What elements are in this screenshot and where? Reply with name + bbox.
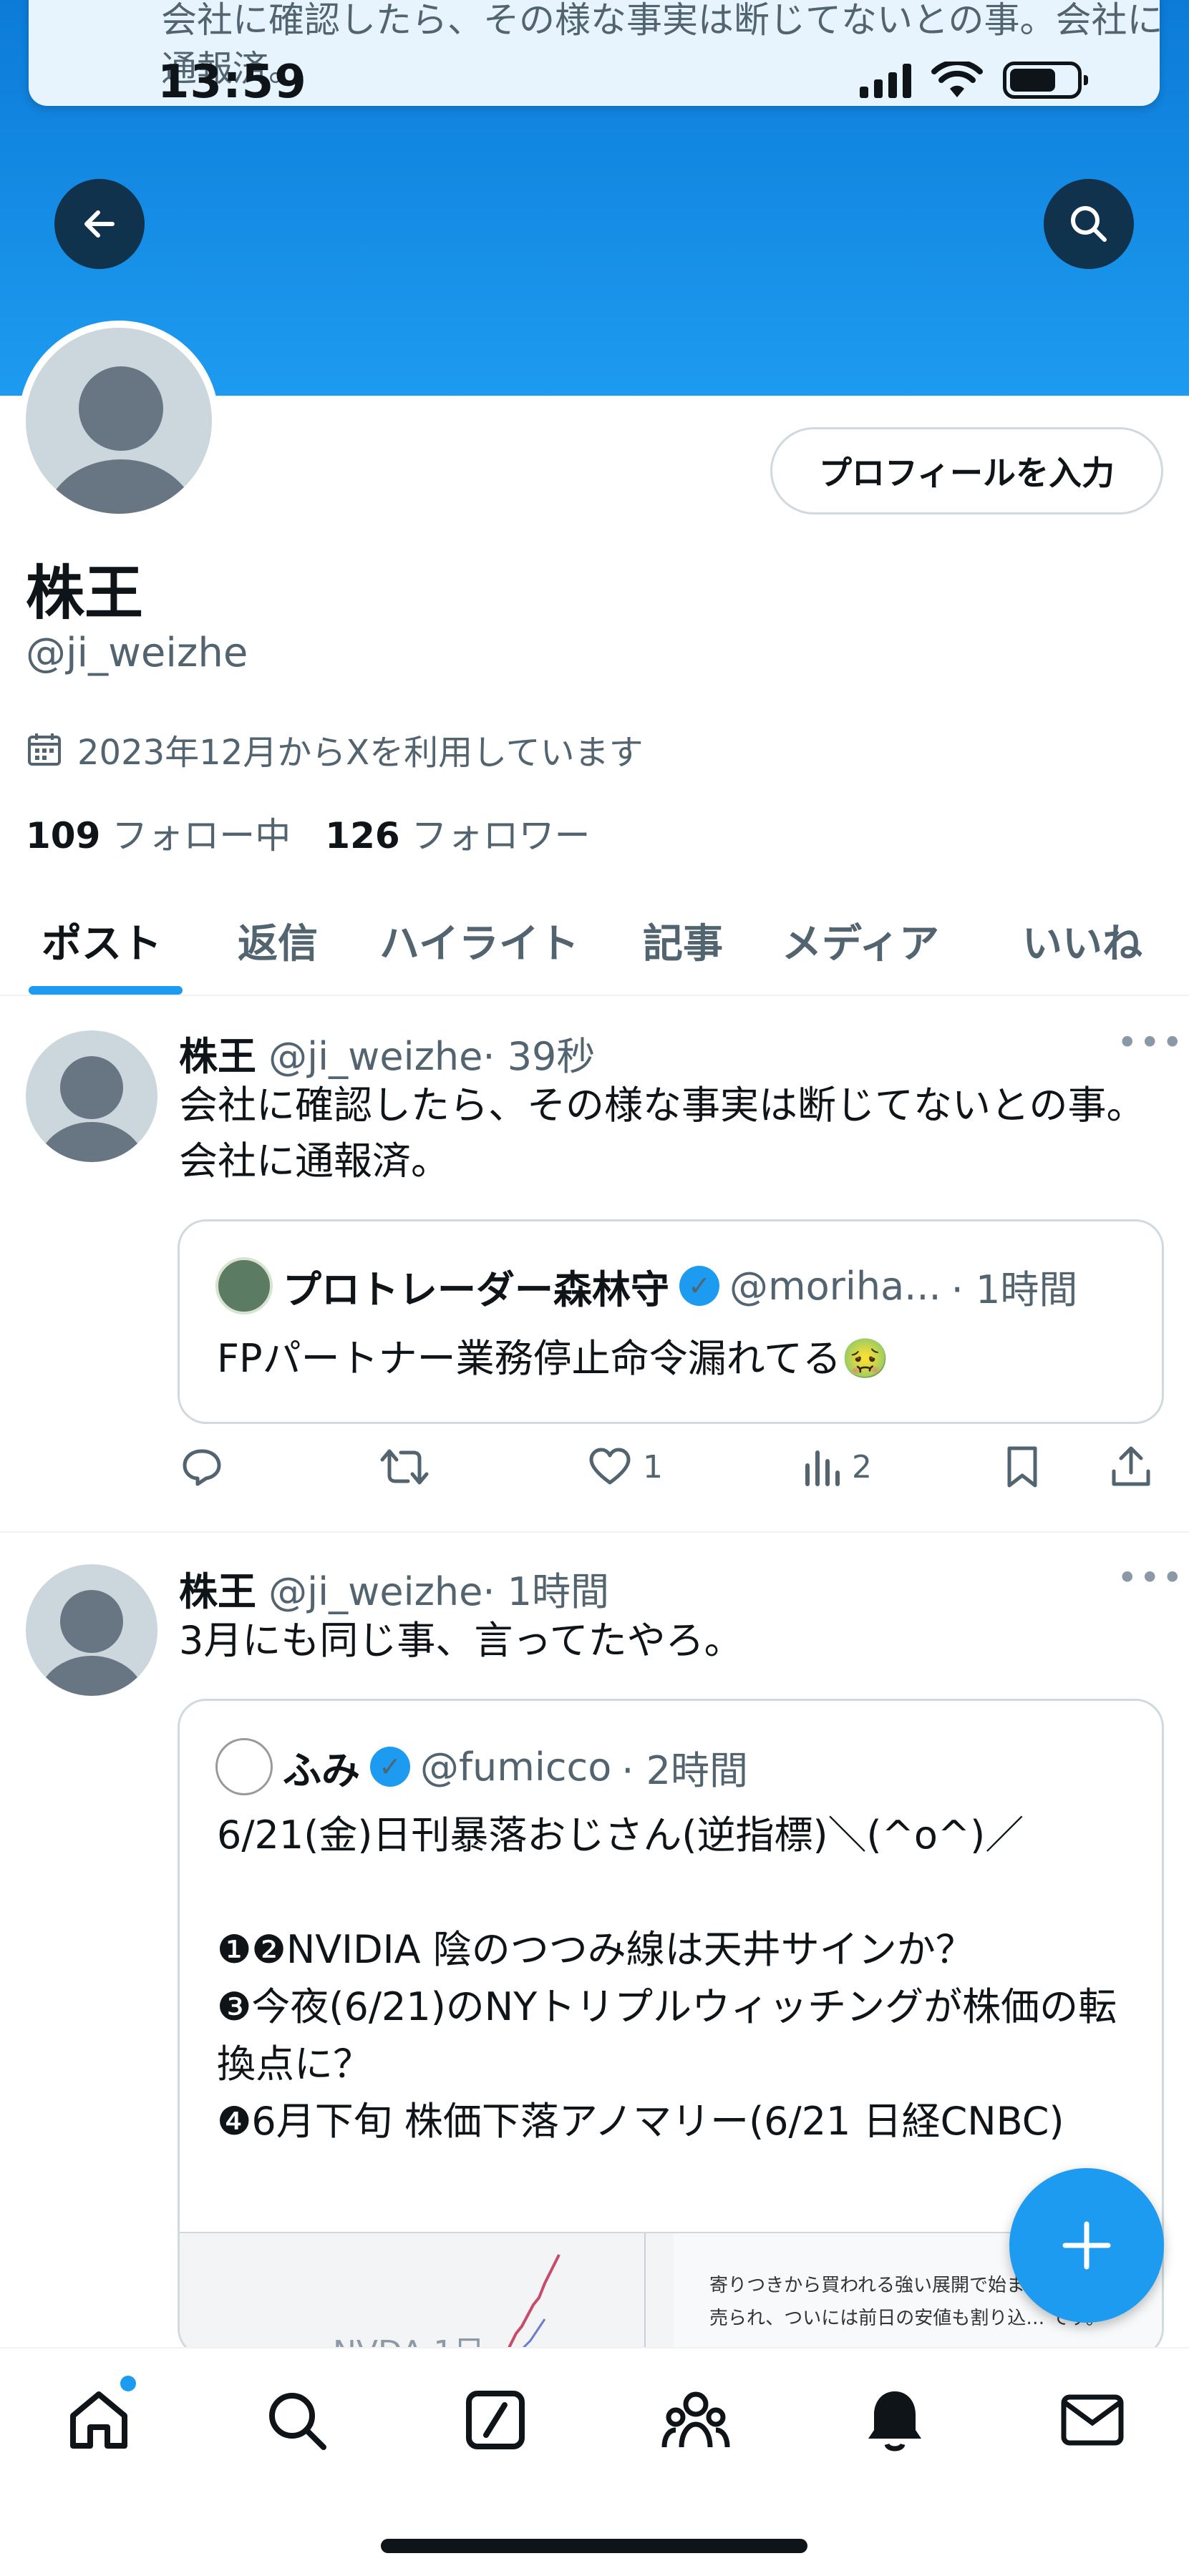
profile-tabs: ポスト 返信 ハイライト 記事 メディア いいね bbox=[0, 887, 1189, 996]
profile-handle: @ji_weizhe bbox=[26, 630, 248, 676]
post-avatar[interactable] bbox=[26, 1030, 157, 1162]
more-options-icon[interactable]: ••• bbox=[1117, 1557, 1184, 1599]
post[interactable]: 株王 @ji_weizhe· 39秒 ••• 会社に確認したら、その様な事実は断… bbox=[0, 996, 1189, 1531]
heart-icon bbox=[589, 1448, 631, 1485]
post-time: · 1時間 bbox=[482, 1569, 610, 1614]
nav-notifications[interactable] bbox=[859, 2384, 931, 2456]
quoted-author: プロトレーダー森林守 bbox=[283, 1267, 669, 1312]
post-actions: 1 2 bbox=[179, 1444, 1152, 1501]
grok-icon bbox=[466, 2391, 525, 2449]
bookmark-icon bbox=[1007, 1446, 1037, 1488]
home-icon bbox=[70, 2391, 127, 2449]
battery-icon bbox=[1003, 62, 1088, 99]
home-indicator bbox=[381, 2539, 807, 2553]
tab-highlights[interactable]: ハイライト bbox=[379, 912, 579, 970]
quoted-post[interactable]: プロトレーダー森林守 ✓ @moriha... · 1時間 FPパートナー業務停止… bbox=[178, 1219, 1164, 1424]
verified-badge-icon: ✓ bbox=[370, 1747, 410, 1787]
quoted-text: FPパートナー業務停止命令漏れてる🤢 bbox=[217, 1336, 890, 1381]
compose-post-button[interactable] bbox=[1009, 2168, 1164, 2323]
repost-button[interactable] bbox=[379, 1444, 430, 1490]
active-tab-indicator bbox=[29, 986, 183, 995]
cellular-signal-icon bbox=[860, 62, 911, 98]
joined-date: 2023年12月からXを利用しています bbox=[26, 724, 644, 774]
bell-icon bbox=[868, 2391, 921, 2451]
quoted-handle: @moriha... bbox=[729, 1263, 941, 1309]
search-icon bbox=[1071, 206, 1107, 242]
post-header: 株王 @ji_weizhe· 39秒 bbox=[179, 1025, 595, 1081]
tab-media[interactable]: メディア bbox=[782, 912, 939, 970]
view-count: 2 bbox=[852, 1448, 872, 1485]
views-button[interactable]: 2 bbox=[802, 1444, 872, 1490]
tab-replies[interactable]: 返信 bbox=[238, 912, 318, 970]
repost-icon bbox=[380, 1449, 429, 1485]
quoted-avatar bbox=[215, 1738, 273, 1795]
quoted-avatar bbox=[215, 1257, 273, 1314]
quoted-time: · 2時間 bbox=[621, 1747, 748, 1793]
following-link[interactable]: 109 フォロー中 bbox=[26, 807, 291, 859]
like-button[interactable]: 1 bbox=[587, 1444, 663, 1490]
nav-home[interactable] bbox=[63, 2384, 135, 2456]
reply-button[interactable] bbox=[179, 1444, 225, 1490]
like-count: 1 bbox=[643, 1448, 663, 1485]
quoted-author: ふみ bbox=[283, 1747, 360, 1793]
joined-text: 2023年12月からXを利用しています bbox=[77, 733, 644, 773]
post-text: 3月にも同じ事、言ってたやろ。 bbox=[179, 1618, 743, 1663]
nav-messages[interactable] bbox=[1057, 2384, 1128, 2456]
analytics-icon bbox=[805, 1450, 840, 1486]
followers-link[interactable]: 126 フォロワー bbox=[325, 807, 590, 859]
post-author[interactable]: 株王 bbox=[179, 1034, 256, 1079]
quoted-text: 6/21(金)日刊暴落おじさん(逆指標)＼(^o^)／ ❶❷NVIDIA 陰のつ… bbox=[217, 1813, 1117, 2144]
share-button[interactable] bbox=[1110, 1444, 1152, 1490]
nav-grok[interactable] bbox=[460, 2384, 531, 2456]
arrow-left-icon bbox=[84, 210, 115, 238]
search-icon bbox=[269, 2393, 326, 2450]
quoted-post-header: ふみ ✓ @fumicco · 2時間 bbox=[215, 1738, 748, 1795]
tab-articles[interactable]: 記事 bbox=[643, 912, 723, 970]
tab-likes[interactable]: いいね bbox=[1022, 912, 1142, 970]
nav-communities[interactable] bbox=[660, 2384, 732, 2456]
nav-search[interactable] bbox=[261, 2384, 332, 2456]
follow-stats: 109 フォロー中 126 フォロワー bbox=[26, 807, 591, 859]
share-icon bbox=[1112, 1446, 1150, 1486]
quoted-post-header: プロトレーダー森林守 ✓ @moriha... · 1時間 bbox=[215, 1257, 1077, 1314]
quoted-time: · 1時間 bbox=[951, 1267, 1078, 1312]
post-text: 会社に確認したら、その様な事実は断じてないとの事。会社に通報済。 bbox=[179, 1083, 1145, 1184]
tab-posts[interactable]: ポスト bbox=[42, 912, 162, 970]
reply-icon bbox=[183, 1449, 221, 1486]
status-time: 13:59 bbox=[157, 56, 307, 109]
plus-icon bbox=[1062, 2221, 1111, 2270]
wifi-icon bbox=[931, 62, 983, 97]
people-icon bbox=[661, 2391, 730, 2448]
mail-icon bbox=[1061, 2394, 1124, 2446]
post-handle[interactable]: @ji_weizhe bbox=[268, 1569, 482, 1614]
post[interactable]: 株王 @ji_weizhe· 1時間 ••• 3月にも同じ事、言ってたやろ。 ふ… bbox=[0, 1533, 1189, 2357]
post-time: · 39秒 bbox=[482, 1034, 596, 1079]
profile-avatar[interactable] bbox=[19, 321, 219, 521]
post-avatar[interactable] bbox=[26, 1564, 157, 1696]
post-author[interactable]: 株王 bbox=[179, 1569, 256, 1614]
search-button[interactable] bbox=[1044, 179, 1134, 269]
bookmark-button[interactable] bbox=[1002, 1444, 1042, 1490]
post-handle[interactable]: @ji_weizhe bbox=[268, 1034, 482, 1079]
back-button[interactable] bbox=[54, 179, 145, 269]
edit-profile-button[interactable]: プロフィールを入力 bbox=[770, 427, 1163, 514]
verified-badge-icon: ✓ bbox=[679, 1266, 719, 1306]
profile-display-name: 株王 bbox=[26, 560, 144, 628]
chart-thumbnail: NVDA 1日 bbox=[180, 2233, 674, 2355]
notification-dot bbox=[120, 2376, 136, 2391]
post-header: 株王 @ji_weizhe· 1時間 bbox=[179, 1560, 609, 1616]
quoted-handle: @fumicco bbox=[420, 1744, 612, 1790]
more-options-icon[interactable]: ••• bbox=[1117, 1022, 1184, 1063]
status-icons bbox=[860, 62, 1088, 99]
calendar-icon bbox=[28, 733, 61, 766]
